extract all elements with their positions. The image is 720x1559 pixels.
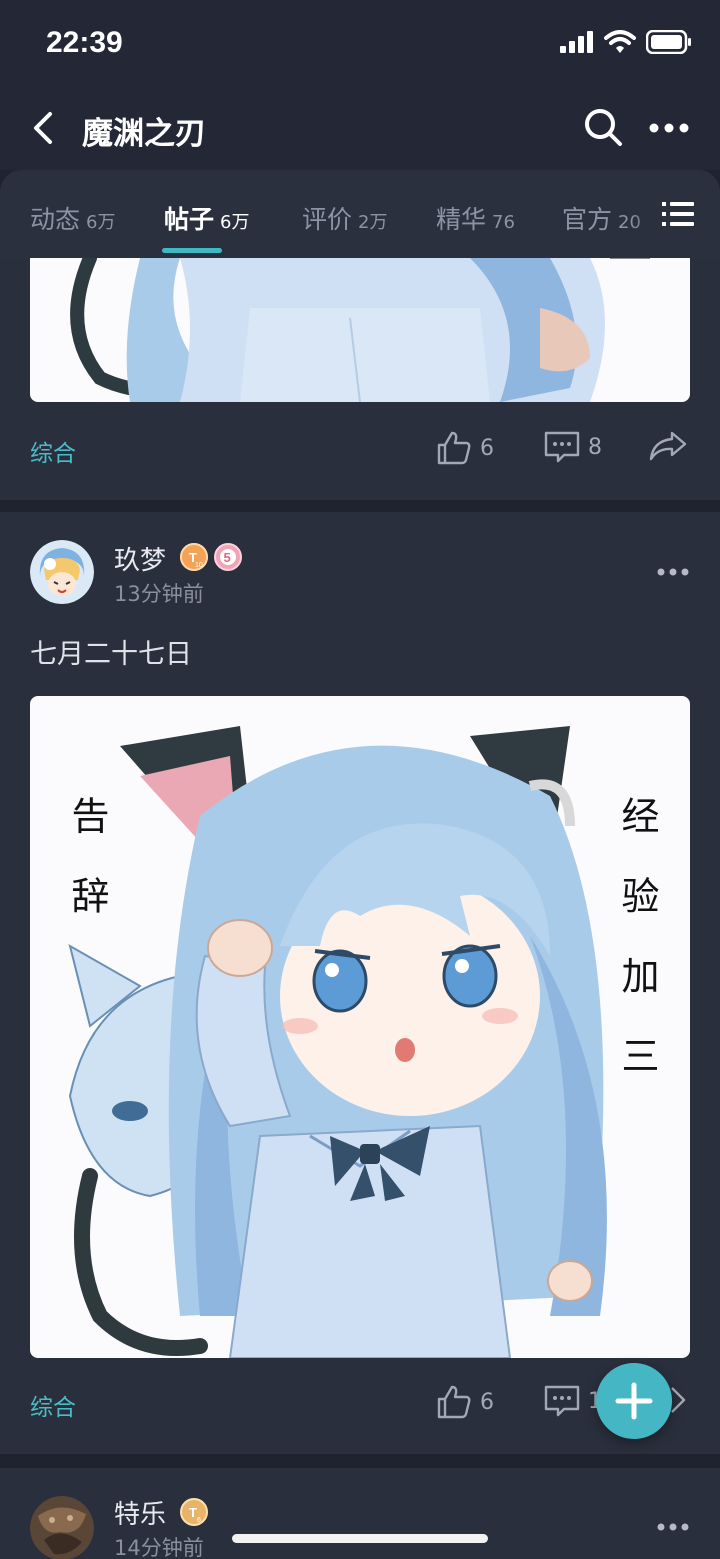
comment-button[interactable]: 8 bbox=[544, 430, 602, 464]
like-button[interactable]: 6 bbox=[436, 430, 494, 466]
home-indicator[interactable] bbox=[232, 1534, 488, 1543]
post-image[interactable] bbox=[30, 258, 690, 402]
post-card[interactable]: 玖梦 T 10 5 13分钟前 七月二十七日 告辞 经验加三 综合 6 1 bbox=[0, 512, 720, 1454]
battery-icon bbox=[646, 30, 691, 54]
cellular-signal-icon bbox=[560, 31, 593, 53]
category-tag[interactable]: 综合 bbox=[30, 434, 76, 468]
tab-label: 精华 bbox=[436, 205, 487, 234]
more-options-icon[interactable] bbox=[646, 108, 692, 148]
share-button[interactable] bbox=[648, 430, 688, 462]
post-timestamp: 14分钟前 bbox=[114, 1536, 204, 1559]
category-tag[interactable]: 综合 bbox=[30, 1388, 76, 1422]
like-button[interactable]: 6 bbox=[436, 1384, 494, 1420]
comment-icon bbox=[544, 431, 580, 463]
username[interactable]: 玖梦 bbox=[114, 540, 166, 577]
level-badge-number: 6 bbox=[197, 1517, 201, 1524]
thumbs-up-icon bbox=[437, 431, 471, 465]
level-badge: T 10 bbox=[180, 543, 208, 571]
tab-reviews[interactable]: 评价 2万 bbox=[302, 200, 387, 236]
tab-dynamics[interactable]: 动态 6万 bbox=[30, 200, 115, 236]
tab-count: 6万 bbox=[86, 212, 116, 233]
image-caption-left: 告辞 bbox=[65, 796, 109, 956]
post-action-row: 综合 6 8 bbox=[0, 430, 720, 474]
post-text[interactable]: 七月二十七日 bbox=[30, 632, 192, 671]
nav-bar: 魔渊之刃 bbox=[0, 88, 720, 170]
status-time: 22:39 bbox=[46, 26, 123, 59]
post-timestamp: 13分钟前 bbox=[114, 582, 204, 606]
create-post-button[interactable] bbox=[596, 1363, 672, 1439]
avatar[interactable] bbox=[30, 1496, 94, 1559]
tab-count: 6万 bbox=[220, 212, 250, 233]
avatar[interactable] bbox=[30, 540, 94, 604]
tab-label: 帖子 bbox=[164, 205, 215, 234]
back-arrow-icon[interactable] bbox=[24, 106, 64, 150]
username[interactable]: 特乐 bbox=[114, 1494, 166, 1531]
tab-bar: 动态6万 帖子6万 评价2万 精华76 官方20 bbox=[0, 170, 720, 258]
active-tab-indicator bbox=[162, 248, 222, 253]
rank-badge-number: 5 bbox=[224, 550, 231, 565]
thumbs-up-icon bbox=[437, 1385, 471, 1419]
image-caption-right: 经验加三 bbox=[615, 796, 659, 1116]
tab-count: 76 bbox=[492, 212, 515, 233]
level-badge: T 6 bbox=[180, 1498, 208, 1526]
search-icon[interactable] bbox=[582, 106, 624, 148]
tab-featured[interactable]: 精华 76 bbox=[436, 200, 515, 236]
comment-button[interactable]: 1 bbox=[544, 1384, 602, 1418]
tab-label: 评价 bbox=[302, 205, 353, 234]
post-card[interactable]: 特乐 T 6 14分钟前 bbox=[0, 1468, 720, 1559]
wifi-icon bbox=[604, 30, 636, 53]
like-count: 6 bbox=[480, 1389, 494, 1415]
tab-list-menu-icon[interactable] bbox=[662, 200, 694, 228]
page-title: 魔渊之刃 bbox=[82, 116, 206, 152]
post-image[interactable]: 告辞 经验加三 bbox=[30, 696, 690, 1358]
post-card[interactable]: 综合 6 8 bbox=[0, 258, 720, 500]
rank-badge: 5 bbox=[214, 543, 242, 571]
like-count: 6 bbox=[480, 435, 494, 461]
share-icon bbox=[649, 431, 687, 461]
post-more-icon[interactable] bbox=[656, 1521, 690, 1533]
comment-count: 8 bbox=[588, 434, 602, 460]
tab-label: 动态 bbox=[30, 205, 81, 234]
tab-count: 2万 bbox=[358, 212, 388, 233]
plus-icon bbox=[615, 1382, 653, 1420]
tab-label: 官方 bbox=[562, 205, 613, 234]
level-badge-number: 10 bbox=[195, 562, 203, 569]
tab-posts[interactable]: 帖子 6万 bbox=[164, 200, 249, 236]
anime-girl-illustration bbox=[68, 726, 607, 1358]
level-badge-letter: T bbox=[189, 1505, 197, 1520]
post-more-icon[interactable] bbox=[656, 566, 690, 578]
status-icons bbox=[560, 30, 692, 54]
anime-girl-illustration bbox=[70, 258, 650, 402]
comment-icon bbox=[544, 1385, 580, 1417]
status-bar: 22:39 bbox=[0, 0, 720, 88]
